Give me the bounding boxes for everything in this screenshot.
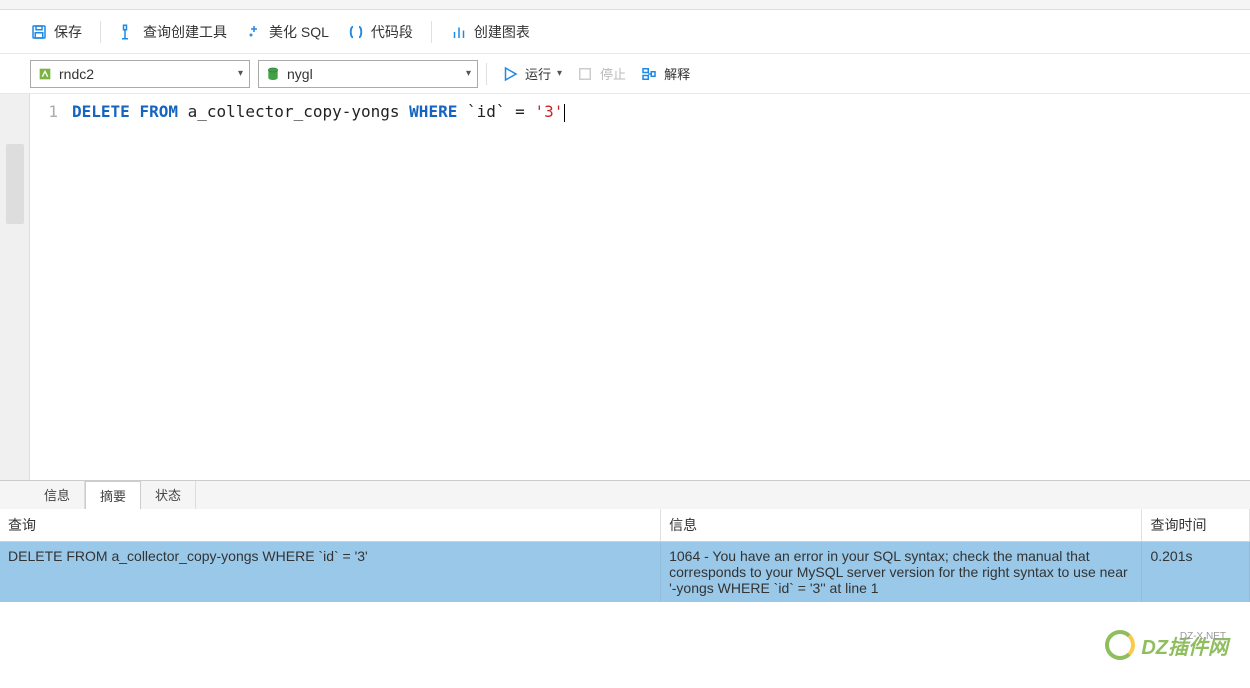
snippet-button[interactable]: 代码段 — [347, 22, 413, 42]
snippet-label: 代码段 — [371, 22, 413, 42]
connection-row: rndc2 ▾ nygl ▾ 运行 ▾ 停止 解释 — [0, 54, 1250, 94]
database-icon — [265, 66, 281, 82]
explain-button[interactable]: 解释 — [640, 64, 690, 83]
left-gutter — [0, 94, 30, 480]
line-number: 1 — [30, 102, 58, 121]
str-value: '3' — [534, 102, 563, 121]
sql-editor[interactable]: 1 DELETE FROM a_collector_copy-yongs WHE… — [30, 94, 1250, 480]
text-cursor — [564, 104, 565, 122]
save-label: 保存 — [54, 22, 82, 42]
chart-icon — [450, 23, 468, 41]
kw-delete: DELETE — [72, 102, 130, 121]
run-group: 运行 ▾ 停止 解释 — [501, 64, 690, 83]
gutter-mark — [6, 144, 24, 224]
code-area[interactable]: DELETE FROM a_collector_copy-yongs WHERE… — [64, 94, 565, 480]
explain-label: 解释 — [664, 64, 690, 83]
result-tabs: 信息 摘要 状态 — [0, 481, 1250, 509]
connection-select[interactable]: rndc2 ▾ — [30, 60, 250, 88]
tab-info[interactable]: 信息 — [30, 481, 85, 509]
stop-label: 停止 — [600, 64, 626, 83]
play-icon — [501, 65, 519, 83]
result-area: 信息 摘要 状态 查询 信息 查询时间 DELETE FROM a_collec… — [0, 480, 1250, 688]
connection-label: rndc2 — [59, 66, 232, 82]
divider — [100, 21, 101, 43]
chevron-down-icon: ▾ — [557, 68, 562, 79]
explain-icon — [640, 65, 658, 83]
tab-status[interactable]: 状态 — [141, 481, 196, 509]
query-builder-label: 查询创建工具 — [143, 22, 227, 42]
table-row[interactable]: DELETE FROM a_collector_copy-yongs WHERE… — [0, 542, 1250, 603]
query-builder-button[interactable]: 查询创建工具 — [119, 22, 227, 42]
run-label: 运行 — [525, 64, 551, 83]
chart-label: 创建图表 — [474, 22, 530, 42]
stop-button: 停止 — [576, 64, 626, 83]
col-name: `id` — [467, 102, 506, 121]
beautify-button[interactable]: 美化 SQL — [245, 22, 329, 42]
kw-from: FROM — [139, 102, 178, 121]
col-message[interactable]: 信息 — [661, 509, 1142, 542]
result-table: 查询 信息 查询时间 DELETE FROM a_collector_copy-… — [0, 509, 1250, 602]
connection-icon — [37, 66, 53, 82]
divider — [486, 63, 487, 85]
database-label: nygl — [287, 66, 460, 82]
tab-summary[interactable]: 摘要 — [85, 481, 141, 509]
save-icon — [30, 23, 48, 41]
beautify-label: 美化 SQL — [269, 22, 329, 42]
run-button[interactable]: 运行 ▾ — [501, 64, 562, 83]
chart-button[interactable]: 创建图表 — [450, 22, 530, 42]
line-numbers: 1 — [30, 94, 64, 480]
chevron-down-icon: ▾ — [238, 68, 243, 79]
eq: = — [515, 102, 525, 121]
toolbar: 保存 查询创建工具 美化 SQL 代码段 创建图表 — [0, 10, 1250, 54]
kw-where: WHERE — [409, 102, 457, 121]
stop-icon — [576, 65, 594, 83]
database-select[interactable]: nygl ▾ — [258, 60, 478, 88]
table-name: a_collector_copy-yongs — [188, 102, 400, 121]
col-time[interactable]: 查询时间 — [1142, 509, 1250, 542]
sparkle-icon — [245, 23, 263, 41]
brackets-icon — [347, 23, 365, 41]
top-tabs — [0, 0, 1250, 10]
save-button[interactable]: 保存 — [30, 22, 82, 42]
col-query[interactable]: 查询 — [0, 509, 661, 542]
query-builder-icon — [119, 23, 137, 41]
divider — [431, 21, 432, 43]
main-area: 1 DELETE FROM a_collector_copy-yongs WHE… — [0, 94, 1250, 480]
cell-message: 1064 - You have an error in your SQL syn… — [661, 542, 1142, 603]
chevron-down-icon: ▾ — [466, 68, 471, 79]
cell-query: DELETE FROM a_collector_copy-yongs WHERE… — [0, 542, 661, 603]
cell-time: 0.201s — [1142, 542, 1250, 603]
